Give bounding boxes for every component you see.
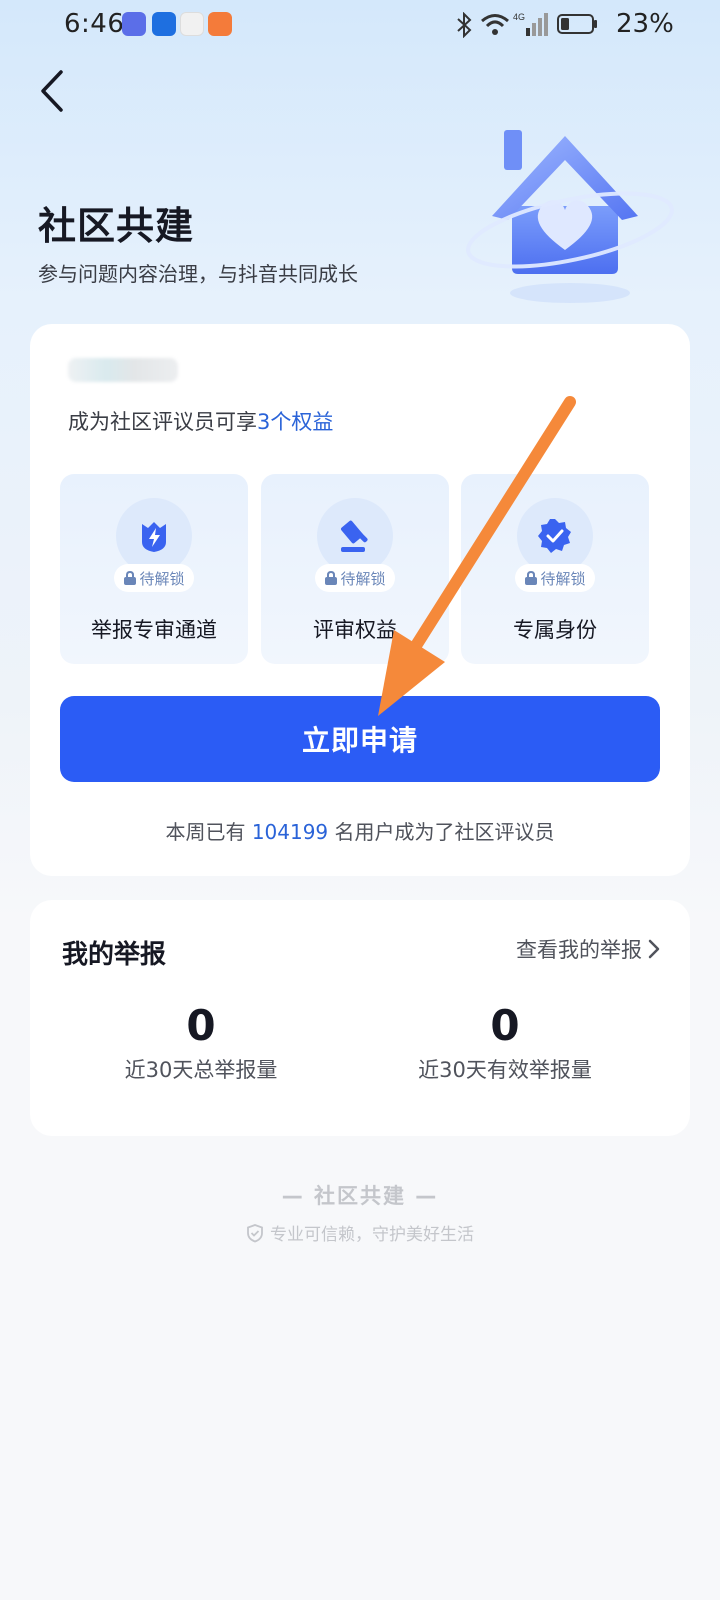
battery-icon [557,14,597,34]
back-arrow-icon [41,70,63,112]
benefit-icon-circle [116,498,192,574]
benefit-label: 专属身份 [513,618,597,642]
weekly-stats-text: 本周已有 104199 名用户成为了社区评议员 [165,820,555,844]
benefits-intro: 成为社区评议员可享3个权益 [68,410,334,434]
benefit-icon-circle [317,498,393,574]
lightning-shield-icon [142,522,166,552]
page-title: 社区共建 [38,204,195,248]
benefit-item-review-rights[interactable]: 待解锁 评审权益 [261,474,449,664]
bluetooth-icon [457,12,472,38]
stat-value: 0 [186,1001,216,1050]
signal-icon: 4G [513,12,548,36]
stat-value: 0 [490,1001,520,1050]
locked-badge: 待解锁 [315,564,395,592]
house-heart-icon [466,130,674,303]
gavel-icon [341,520,368,552]
stat-label: 近30天总举报量 [124,1058,278,1082]
locked-badge: 待解锁 [114,564,194,592]
benefit-item-exclusive-identity[interactable]: 待解锁 专属身份 [461,474,649,664]
locked-badge: 待解锁 [515,564,595,592]
verified-badge-icon [538,519,571,553]
chevron-right-icon [648,939,660,959]
benefit-item-report-channel[interactable]: 待解锁 举报专审通道 [60,474,248,664]
lightbulb-app-icon [152,12,176,36]
stat-total-reports: 0 近30天总举报量 [36,1000,366,1084]
status-bar: 6:46 4G 23% [0,0,720,52]
stat-valid-reports: 0 近30天有效举报量 [340,1000,670,1084]
app-icon [180,12,204,36]
stat-label: 近30天有效举报量 [418,1058,592,1082]
page-subtitle: 参与问题内容治理，与抖音共同成长 [38,262,358,286]
lock-icon [124,570,137,585]
view-my-reports-link[interactable]: 查看我的举报 [516,934,660,964]
benefit-label: 举报专审通道 [91,618,217,642]
shield-check-icon [247,1223,263,1242]
benefit-icon-circle [517,498,593,574]
wifi-icon [481,14,509,35]
status-time: 6:46 [64,9,125,39]
lock-icon [325,570,338,585]
back-button[interactable] [30,66,74,116]
video-app-icon [208,12,232,36]
benefit-label: 评审权益 [313,618,397,642]
blurred-username [68,358,178,382]
lock-icon [525,570,538,585]
benefits-card: 成为社区评议员可享3个权益 待解锁 举报专审通道 待解锁 评审权益 待解锁 专属… [30,324,690,876]
my-reports-card: 我的举报 查看我的举报 0 近30天总举报量 0 近30天有效举报量 [30,900,690,1136]
benefits-count: 3个权益 [257,410,334,434]
my-reports-title: 我的举报 [62,940,167,970]
footer-brand: — 社区共建 — [281,1184,439,1208]
footer-slogan: 专业可信赖，守护美好生活 [0,1220,720,1245]
svg-text:4G: 4G [513,12,525,22]
apply-now-button[interactable]: 立即申请 [60,696,660,782]
music-app-icon [122,12,146,36]
battery-percent: 23% [616,9,674,39]
weekly-count: 104199 [251,820,329,844]
